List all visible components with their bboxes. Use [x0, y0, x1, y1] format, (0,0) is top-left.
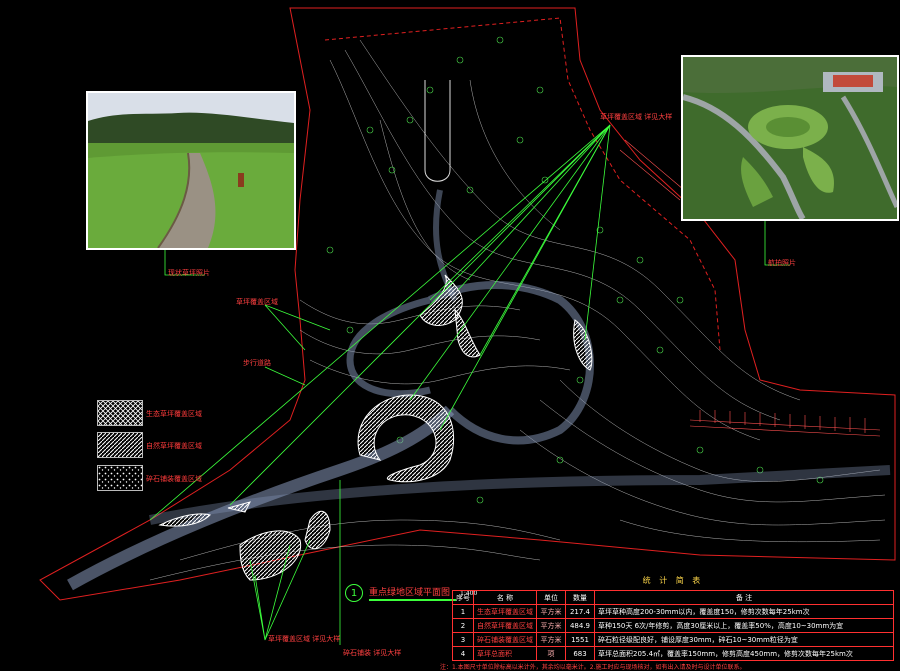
legend-swatch-stipple — [97, 465, 143, 491]
callout-mid-left: 草坪覆盖区域 — [236, 298, 278, 306]
legend-label-1: 生态草坪覆盖区域 — [146, 410, 202, 418]
row-unit: 平方米 — [536, 632, 566, 647]
stats-header-row: 序号 名 称 单位 数量 备 注 — [452, 590, 894, 605]
legend-swatch-diagonal — [97, 432, 143, 458]
row-name: 自然草坪覆盖区域 — [473, 618, 537, 633]
callout-right-photo: 航拍照片 — [768, 259, 796, 267]
row-number: 4 — [452, 646, 474, 661]
row-note: 草坪草种高度200-30mm以内，覆盖度150，修剪次数每年25km次 — [594, 604, 894, 619]
row-unit: 项 — [536, 646, 566, 661]
stats-header: 名 称 — [473, 590, 537, 605]
table-row: 4 草坪总面积 项 683 草坪总面积205.4㎡，覆盖率150mm，修剪高度4… — [452, 646, 894, 661]
legend-label-2: 自然草坪覆盖区域 — [146, 442, 202, 450]
callout-top-right: 草坪覆盖区域 详见大样 — [600, 113, 673, 121]
row-quantity: 683 — [565, 646, 595, 661]
footer-note: 注：1.本图尺寸单位除标高以米计外，其余均以毫米计。2.施工时应与现场核对，如有… — [440, 664, 746, 671]
row-note: 草种150天 6次/年修剪，高度30厘米以上，覆盖率50%，高度10~30mm为… — [594, 618, 894, 633]
site-photo-path — [86, 91, 296, 250]
callout-left-road: 步行道路 — [243, 359, 271, 367]
callout-left-photo: 现状草坪照片 — [168, 269, 210, 277]
legend-label-3: 碎石铺装覆盖区域 — [146, 475, 202, 483]
plan-title-text: 重点绿地区域平面图 — [369, 585, 457, 601]
stats-header: 序号 — [452, 590, 474, 605]
row-name: 碎石铺装覆盖区域 — [473, 632, 537, 647]
stats-header: 备 注 — [594, 590, 894, 605]
row-name: 草坪总面积 — [473, 646, 537, 661]
stats-table-title: 统 计 简 表 — [642, 576, 704, 585]
row-note: 草坪总面积205.4㎡，覆盖率150mm，修剪高度450mm，修剪次数每年25k… — [594, 646, 894, 661]
table-row: 1 生态草坪覆盖区域 平方米 217.4 草坪草种高度200-30mm以内，覆盖… — [452, 604, 894, 619]
table-row: 3 碎石铺装覆盖区域 平方米 1551 碎石粒径级配良好，铺设厚度30mm，碎石… — [452, 632, 894, 647]
row-number: 2 — [452, 618, 474, 633]
stats-table: 统 计 简 表 序号 名 称 单位 数量 备 注 1 生态草坪覆盖区域 平方米 … — [452, 575, 894, 663]
stats-header: 单位 — [536, 590, 566, 605]
stats-table-grid: 序号 名 称 单位 数量 备 注 1 生态草坪覆盖区域 平方米 217.4 草坪… — [452, 590, 894, 661]
callout-bottom-left: 草坪覆盖区域 详见大样 — [268, 635, 341, 643]
row-note: 碎石粒径级配良好，铺设厚度30mm，碎石10~30mm粒径为宜 — [594, 632, 894, 647]
row-unit: 平方米 — [536, 618, 566, 633]
callout-bottom-center: 碎石铺装 详见大样 — [343, 649, 402, 657]
stats-header: 数量 — [565, 590, 595, 605]
legend-swatch-crosshatch — [97, 400, 143, 426]
row-quantity: 217.4 — [565, 604, 595, 619]
row-quantity: 484.9 — [565, 618, 595, 633]
table-row: 2 自然草坪覆盖区域 平方米 484.9 草种150天 6次/年修剪，高度30厘… — [452, 618, 894, 633]
row-number: 1 — [452, 604, 474, 619]
row-quantity: 1551 — [565, 632, 595, 647]
row-name: 生态草坪覆盖区域 — [473, 604, 537, 619]
plan-title-number: 1 — [345, 584, 363, 602]
row-number: 3 — [452, 632, 474, 647]
row-unit: 平方米 — [536, 604, 566, 619]
site-photo-aerial — [681, 55, 899, 221]
